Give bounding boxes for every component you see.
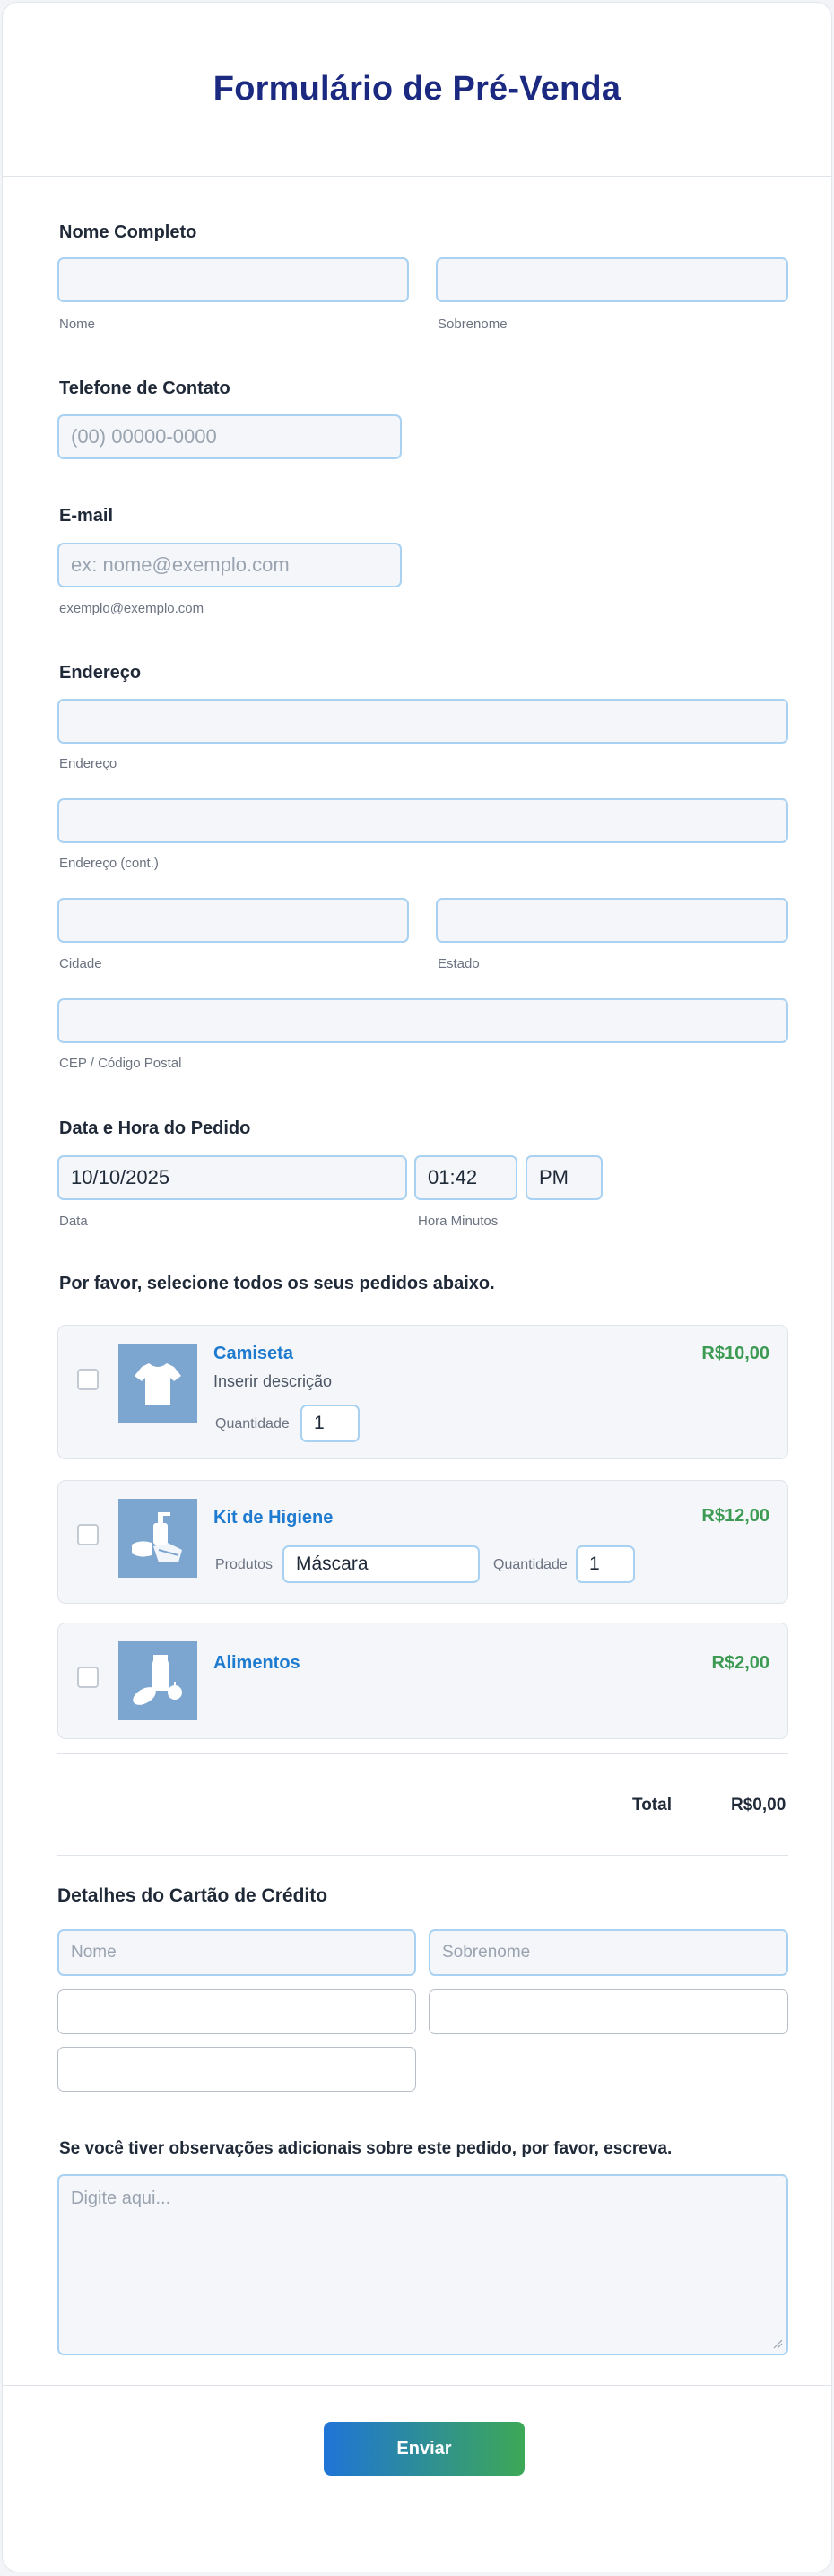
phone-label: Telefone de Contato	[59, 379, 230, 398]
quantity-label: Quantidade	[215, 1416, 290, 1432]
total-divider-top	[57, 1753, 788, 1754]
product-checkbox-camiseta[interactable]	[77, 1369, 99, 1390]
address-line1-input[interactable]	[57, 699, 788, 744]
card-first-name-input[interactable]: Nome	[57, 1929, 416, 1976]
notes-textarea[interactable]: Digite aqui...	[57, 2174, 788, 2355]
tshirt-icon	[118, 1344, 197, 1423]
first-name-input[interactable]	[57, 257, 409, 302]
last-name-sublabel: Sobrenome	[438, 317, 508, 332]
first-name-sublabel: Nome	[59, 317, 96, 332]
product-price: R$12,00	[701, 1506, 769, 1526]
product-description: Inserir descrição	[213, 1372, 333, 1390]
order-date-sublabel: Data	[59, 1214, 88, 1229]
email-label: E-mail	[59, 506, 114, 526]
card-number-input[interactable]	[57, 1989, 416, 2034]
address-line2-sublabel: Endereço (cont.)	[59, 856, 159, 871]
product-checkbox-alimentos[interactable]	[77, 1667, 99, 1688]
product-item-camiseta: Camiseta R$10,00 Inserir descrição Quant…	[57, 1325, 788, 1459]
footer-divider	[3, 2385, 831, 2386]
product-price: R$10,00	[701, 1344, 769, 1363]
order-time-sublabel: Hora Minutos	[418, 1214, 499, 1229]
email-sublabel: exemplo@exemplo.com	[59, 601, 204, 616]
product-price: R$2,00	[711, 1653, 770, 1673]
total-value: R$0,00	[731, 1796, 786, 1815]
quantity-input[interactable]: 1	[300, 1405, 360, 1442]
order-time-input[interactable]: 01:42	[414, 1155, 517, 1200]
product-item-kit-higiene: Kit de Higiene R$12,00 Produtos Máscara …	[57, 1480, 788, 1604]
card-last-name-input[interactable]: Sobrenome	[429, 1929, 788, 1976]
order-ampm-select[interactable]: PM	[526, 1155, 603, 1200]
form-title: Formulário de Pré-Venda	[213, 70, 621, 108]
product-name: Kit de Higiene	[213, 1508, 334, 1527]
quantity-input[interactable]: 1	[576, 1545, 635, 1583]
address-line1-sublabel: Endereço	[59, 756, 117, 771]
form-header: Formulário de Pré-Venda	[3, 3, 831, 177]
city-sublabel: Cidade	[59, 956, 102, 971]
products-option-label: Produtos	[215, 1557, 274, 1572]
last-name-input[interactable]	[436, 257, 788, 302]
products-option-select[interactable]: Máscara	[282, 1545, 480, 1583]
product-checkbox-kit-higiene[interactable]	[77, 1524, 99, 1545]
full-name-label: Nome Completo	[59, 222, 197, 242]
order-date-input[interactable]: 10/10/2025	[57, 1155, 407, 1200]
total-label: Total	[632, 1796, 672, 1815]
address-label: Endereço	[59, 663, 142, 683]
card-expiry-input[interactable]	[57, 2047, 416, 2092]
submit-button[interactable]: Enviar	[324, 2422, 525, 2476]
state-sublabel: Estado	[438, 956, 480, 971]
notes-label: Se você tiver observações adicionais sob…	[59, 2139, 673, 2158]
total-divider-bottom	[57, 1855, 788, 1856]
email-input[interactable]: ex: nome@exemplo.com	[57, 543, 402, 587]
product-name: Alimentos	[213, 1653, 300, 1673]
hygiene-kit-icon	[118, 1499, 197, 1578]
product-item-alimentos: Alimentos R$2,00	[57, 1623, 788, 1739]
products-label: Por favor, selecione todos os seus pedid…	[59, 1274, 495, 1293]
zip-input[interactable]	[57, 998, 788, 1043]
groceries-icon	[118, 1641, 197, 1720]
resize-handle-icon[interactable]	[772, 2338, 783, 2349]
card-cvv-input[interactable]	[429, 1989, 788, 2034]
quantity-label: Quantidade	[493, 1557, 568, 1572]
city-input[interactable]	[57, 898, 409, 943]
address-line2-input[interactable]	[57, 798, 788, 843]
phone-input[interactable]: (00) 00000-0000	[57, 414, 402, 459]
product-name: Camiseta	[213, 1344, 293, 1363]
zip-sublabel: CEP / Código Postal	[59, 1056, 182, 1071]
credit-card-label: Detalhes do Cartão de Crédito	[57, 1885, 328, 1906]
order-datetime-label: Data e Hora do Pedido	[59, 1118, 251, 1138]
form-card: Formulário de Pré-Venda Nome Completo No…	[2, 2, 832, 2572]
state-input[interactable]	[436, 898, 788, 943]
